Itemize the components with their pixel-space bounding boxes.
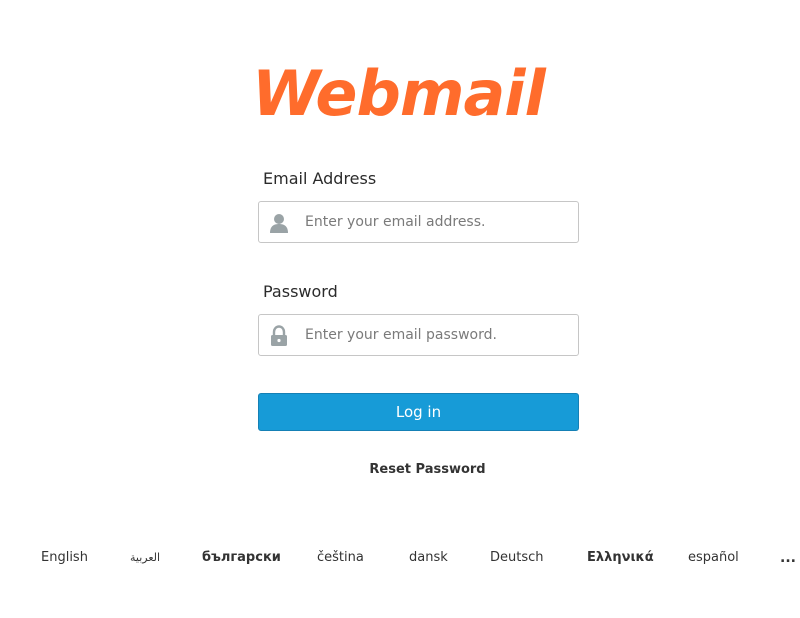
login-form: Email Address Password Log in Re <box>258 168 579 477</box>
password-input[interactable] <box>305 315 570 355</box>
language-link-german[interactable]: Deutsch <box>490 548 544 568</box>
email-label: Email Address <box>263 169 377 188</box>
password-field-wrapper <box>258 314 579 356</box>
password-label: Password <box>263 282 338 301</box>
email-field-wrapper <box>258 201 579 243</box>
more-languages-button[interactable]: ... <box>780 548 796 568</box>
login-button[interactable]: Log in <box>258 393 579 431</box>
reset-password-link[interactable]: Reset Password <box>276 462 579 477</box>
language-link-greek[interactable]: Ελληνικά <box>587 548 654 568</box>
language-selector: English العربية български čeština dansk … <box>0 548 800 568</box>
lock-icon <box>268 325 290 347</box>
login-page: Webmail Email Address Password <box>0 0 800 618</box>
logo-text: Webmail <box>252 57 547 125</box>
language-link-spanish[interactable]: español <box>688 548 739 568</box>
email-input[interactable] <box>305 202 570 242</box>
language-link-bulgarian[interactable]: български <box>202 548 281 568</box>
language-link-czech[interactable]: čeština <box>317 548 364 568</box>
language-link-english[interactable]: English <box>41 548 88 568</box>
user-icon <box>268 212 290 234</box>
language-link-arabic[interactable]: العربية <box>130 548 160 568</box>
language-link-danish[interactable]: dansk <box>409 548 448 568</box>
webmail-logo: Webmail <box>250 55 600 125</box>
